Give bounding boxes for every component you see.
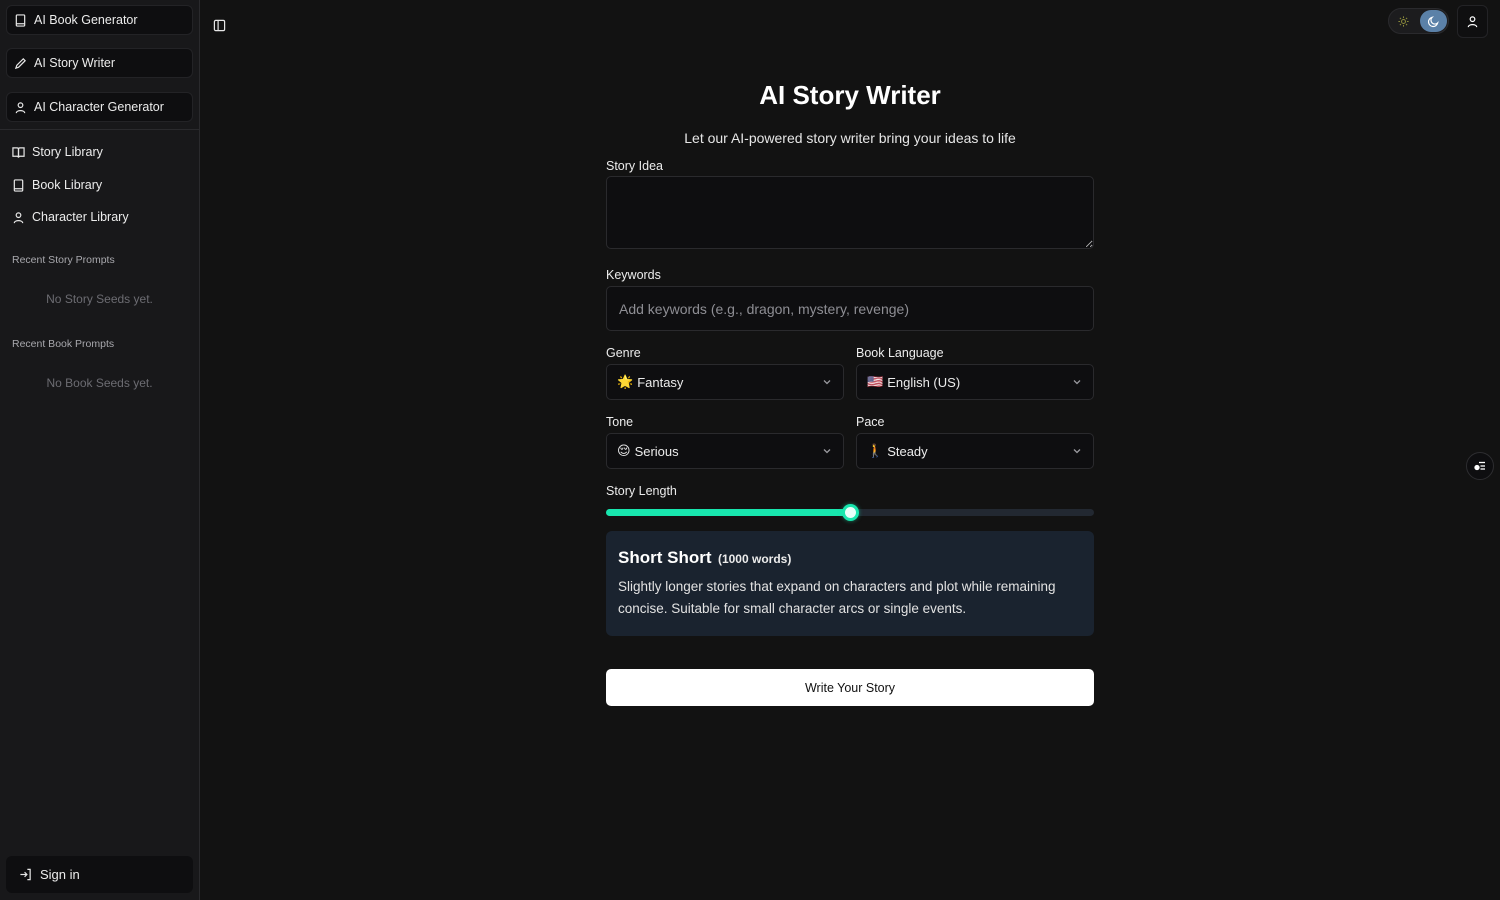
book-language-label: Book Language bbox=[856, 346, 944, 360]
theme-toggle[interactable] bbox=[1388, 8, 1449, 34]
book-icon bbox=[13, 13, 27, 27]
sign-in-icon bbox=[19, 868, 32, 881]
sidebar-item-ai-story-writer[interactable]: AI Story Writer bbox=[6, 48, 193, 78]
sidebar-item-ai-book-generator[interactable]: AI Book Generator bbox=[6, 5, 193, 35]
pace-label: Pace bbox=[856, 415, 885, 429]
story-length-word-count: (1000 words) bbox=[717, 552, 792, 566]
sidebar-item-label: AI Story Writer bbox=[34, 56, 116, 70]
user-icon bbox=[12, 211, 25, 224]
write-your-story-button[interactable]: Write Your Story bbox=[606, 669, 1094, 706]
user-account-button[interactable] bbox=[1457, 5, 1488, 38]
genre-value: Fantasy bbox=[637, 374, 684, 390]
pace-value: Steady bbox=[887, 443, 928, 459]
story-length-slider-fill bbox=[606, 509, 850, 516]
sidebar-item-label: AI Character Generator bbox=[34, 100, 164, 114]
open-book-icon bbox=[12, 146, 25, 159]
sidebar-toggle-button[interactable] bbox=[211, 17, 227, 33]
user-icon bbox=[13, 100, 27, 114]
us-flag-icon: 🇺🇸 bbox=[867, 374, 884, 389]
book-language-select[interactable]: 🇺🇸 English (US) bbox=[856, 364, 1094, 400]
recent-book-prompts-heading: Recent Book Prompts bbox=[12, 338, 115, 350]
genre-select[interactable]: 🌟 Fantasy bbox=[606, 364, 844, 400]
book-icon bbox=[12, 178, 25, 192]
recent-book-prompts-empty: No Book Seeds yet. bbox=[46, 376, 153, 390]
pencil-icon bbox=[13, 56, 27, 70]
page-subtitle: Let our AI-powered story writer bring yo… bbox=[684, 130, 1016, 146]
sign-in-button[interactable]: Sign in bbox=[6, 856, 193, 893]
list-settings-icon bbox=[1473, 459, 1487, 473]
page-title: AI Story Writer bbox=[759, 80, 941, 110]
user-icon bbox=[1466, 15, 1479, 28]
chevron-down-icon bbox=[821, 376, 833, 388]
tone-value: Serious bbox=[634, 443, 679, 459]
sidebar-item-label: Character Library bbox=[32, 210, 129, 224]
pace-select[interactable]: 🚶 Steady bbox=[856, 433, 1094, 469]
tone-label: Tone bbox=[606, 415, 634, 429]
story-idea-input[interactable] bbox=[606, 176, 1094, 249]
sidebar-item-book-library[interactable]: Book Library bbox=[12, 175, 102, 195]
sign-in-label: Sign in bbox=[40, 867, 80, 882]
recent-story-prompts-empty: No Story Seeds yet. bbox=[46, 292, 153, 306]
recent-story-prompts-heading: Recent Story Prompts bbox=[12, 254, 115, 266]
walking-person-icon: 🚶 bbox=[867, 443, 884, 458]
sidebar-item-story-library[interactable]: Story Library bbox=[12, 142, 103, 162]
sidebar-divider bbox=[0, 129, 199, 130]
story-length-label: Story Length bbox=[606, 484, 677, 498]
sidebar-item-character-library[interactable]: Character Library bbox=[12, 207, 129, 227]
sidebar-item-label: Story Library bbox=[32, 145, 103, 159]
sidebar-item-label: AI Book Generator bbox=[34, 13, 138, 27]
story-idea-label: Story Idea bbox=[606, 159, 663, 173]
panel-left-icon bbox=[213, 19, 226, 32]
language-value: English (US) bbox=[887, 374, 961, 390]
story-length-slider-thumb[interactable] bbox=[842, 504, 859, 521]
story-length-info-card: Short Short (1000 words) Slightly longer… bbox=[606, 531, 1094, 636]
keywords-input[interactable] bbox=[606, 286, 1094, 331]
story-length-name: Short Short bbox=[618, 548, 712, 567]
sun-icon bbox=[1396, 14, 1410, 28]
genre-label: Genre bbox=[606, 346, 641, 360]
story-length-description: Slightly longer stories that expand on c… bbox=[618, 579, 1056, 616]
sparkle-star-icon: 🌟 bbox=[617, 374, 634, 389]
moon-icon bbox=[1420, 10, 1447, 32]
floating-tools-button[interactable] bbox=[1466, 452, 1494, 480]
sidebar: AI Book Generator AI Story Writer AI Cha… bbox=[0, 0, 200, 900]
story-length-slider[interactable] bbox=[606, 504, 1094, 521]
chevron-down-icon bbox=[821, 445, 833, 457]
relieved-face-icon: 😌 bbox=[617, 443, 631, 458]
keywords-label: Keywords bbox=[606, 268, 661, 282]
sidebar-item-label: Book Library bbox=[32, 178, 103, 192]
chevron-down-icon bbox=[1071, 376, 1083, 388]
tone-select[interactable]: 😌 Serious bbox=[606, 433, 844, 469]
chevron-down-icon bbox=[1071, 445, 1083, 457]
sidebar-item-ai-character-generator[interactable]: AI Character Generator bbox=[6, 92, 193, 122]
